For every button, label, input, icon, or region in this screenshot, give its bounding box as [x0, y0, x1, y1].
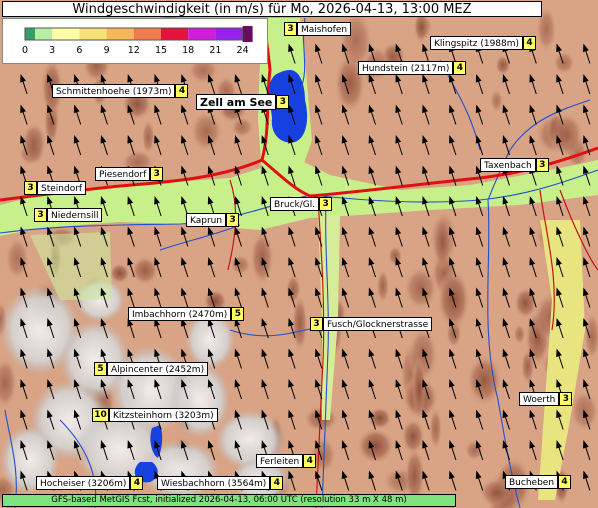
map-title: Windgeschwindigkeit (in m/s) für Mo, 202…: [2, 1, 542, 17]
station-name: Alpincenter (2452m): [107, 362, 209, 376]
legend-tick-label: 3: [49, 45, 56, 56]
station-marker: Alpincenter (2452m) 5: [94, 362, 209, 376]
station-marker: Taxenbach 3: [480, 158, 549, 172]
wind-speed-value: 3: [310, 317, 323, 331]
station-name: Piesendorf: [95, 167, 151, 181]
wind-speed-value: 3: [535, 158, 549, 172]
wind-speed-value: 4: [453, 61, 467, 75]
station-name: Hundstein (2117m): [358, 61, 454, 75]
station-name: Woerth: [519, 392, 560, 406]
station-marker: Zell am See 3: [196, 94, 290, 110]
station-name: Kitzsteinhorn (3203m): [109, 408, 218, 422]
station-name: Ferleiten: [256, 454, 304, 468]
wind-speed-value: 4: [175, 84, 189, 98]
station-name: Klingspitz (1988m): [430, 36, 524, 50]
station-marker: Wiesbachhorn (3564m) 4: [157, 476, 284, 490]
station-marker: Steindorf 3: [24, 181, 87, 195]
wind-speed-value: 4: [303, 454, 317, 468]
station-name: Maishofen: [297, 22, 352, 36]
station-marker: Imbachhorn (2470m) 5: [128, 307, 245, 321]
station-name: Hocheiser (3206m): [36, 476, 131, 490]
station-name: Bruck/Gl.: [270, 197, 320, 211]
station-marker: Niedernsill 3: [34, 208, 103, 222]
station-marker: Kitzsteinhorn (3203m) 10: [92, 408, 218, 422]
station-name: Taxenbach: [480, 158, 536, 172]
station-marker: Ferleiten 4: [256, 454, 317, 468]
station-marker: Hundstein (2117m) 4: [358, 61, 467, 75]
wind-speed-value: 4: [130, 476, 144, 490]
legend-tick-label: 12: [127, 45, 140, 56]
wind-speed-value: 3: [150, 167, 164, 181]
wind-speed-value: 3: [226, 213, 240, 227]
station-name: Schmittenhoehe (1973m): [52, 84, 176, 98]
wind-speed-value: 3: [34, 208, 47, 222]
legend-swatch: [242, 26, 253, 42]
station-name: Bucheben: [505, 475, 559, 489]
legend-tick-label: 24: [236, 45, 249, 56]
legend-swatch: [215, 28, 243, 40]
station-name: Steindorf: [37, 181, 87, 195]
wind-speed-value: 3: [276, 95, 290, 109]
legend-tick-label: 21: [209, 45, 222, 56]
wind-speed-value: 3: [319, 197, 333, 211]
wind-speed-value: 4: [270, 476, 284, 490]
wind-speed-value: 3: [559, 392, 573, 406]
station-name: Niedernsill: [47, 208, 103, 222]
legend-swatch: [133, 28, 161, 40]
legend-swatch: [52, 28, 80, 40]
legend-swatch: [161, 28, 189, 40]
legend-tick-label: 18: [182, 45, 195, 56]
wind-speed-legend: 0 3 6 9 12 15 18 21 24: [2, 18, 268, 64]
station-marker: Bruck/Gl. 3: [270, 197, 333, 211]
wind-speed-value: 3: [24, 181, 37, 195]
station-name: Fusch/Glocknerstrasse: [323, 317, 433, 331]
legend-tick-label: 0: [21, 45, 29, 56]
legend-swatch: [188, 28, 216, 40]
wind-speed-value: 4: [523, 36, 537, 50]
wind-speed-value: 5: [231, 307, 245, 321]
station-marker: Piesendorf 3: [95, 167, 164, 181]
station-marker: Schmittenhoehe (1973m) 4: [52, 84, 189, 98]
legend-swatch: [79, 28, 107, 40]
station-marker: Bucheben 4: [505, 475, 572, 489]
station-name: Imbachhorn (2470m): [128, 307, 232, 321]
station-marker: Fusch/Glocknerstrasse 3: [310, 317, 433, 331]
station-marker: Klingspitz (1988m) 4: [430, 36, 537, 50]
wind-speed-value: 4: [558, 475, 572, 489]
station-name: Wiesbachhorn (3564m): [157, 476, 271, 490]
legend-tick-label: 9: [103, 45, 110, 56]
station-name: Zell am See: [196, 94, 277, 110]
legend-tick-label: 6: [76, 45, 83, 56]
wind-speed-value: 3: [284, 22, 297, 36]
wind-speed-value: 10: [92, 408, 109, 422]
station-marker: Woerth 3: [519, 392, 573, 406]
wind-map: Windgeschwindigkeit (in m/s) für Mo, 202…: [0, 0, 598, 508]
station-marker: Hocheiser (3206m) 4: [36, 476, 144, 490]
station-name: Kaprun: [186, 213, 227, 227]
legend-tick-label: 15: [154, 45, 168, 56]
wind-speed-value: 5: [94, 362, 107, 376]
legend-color-scale: [24, 26, 253, 42]
terrain-layer: [0, 0, 598, 508]
legend-swatch: [25, 28, 35, 40]
station-marker: Kaprun 3: [186, 213, 240, 227]
station-marker: Maishofen 3: [284, 22, 352, 36]
legend-swatch: [106, 28, 134, 40]
forecast-info: GFS-based MetGIS Fcst, initialized 2026-…: [2, 494, 456, 507]
